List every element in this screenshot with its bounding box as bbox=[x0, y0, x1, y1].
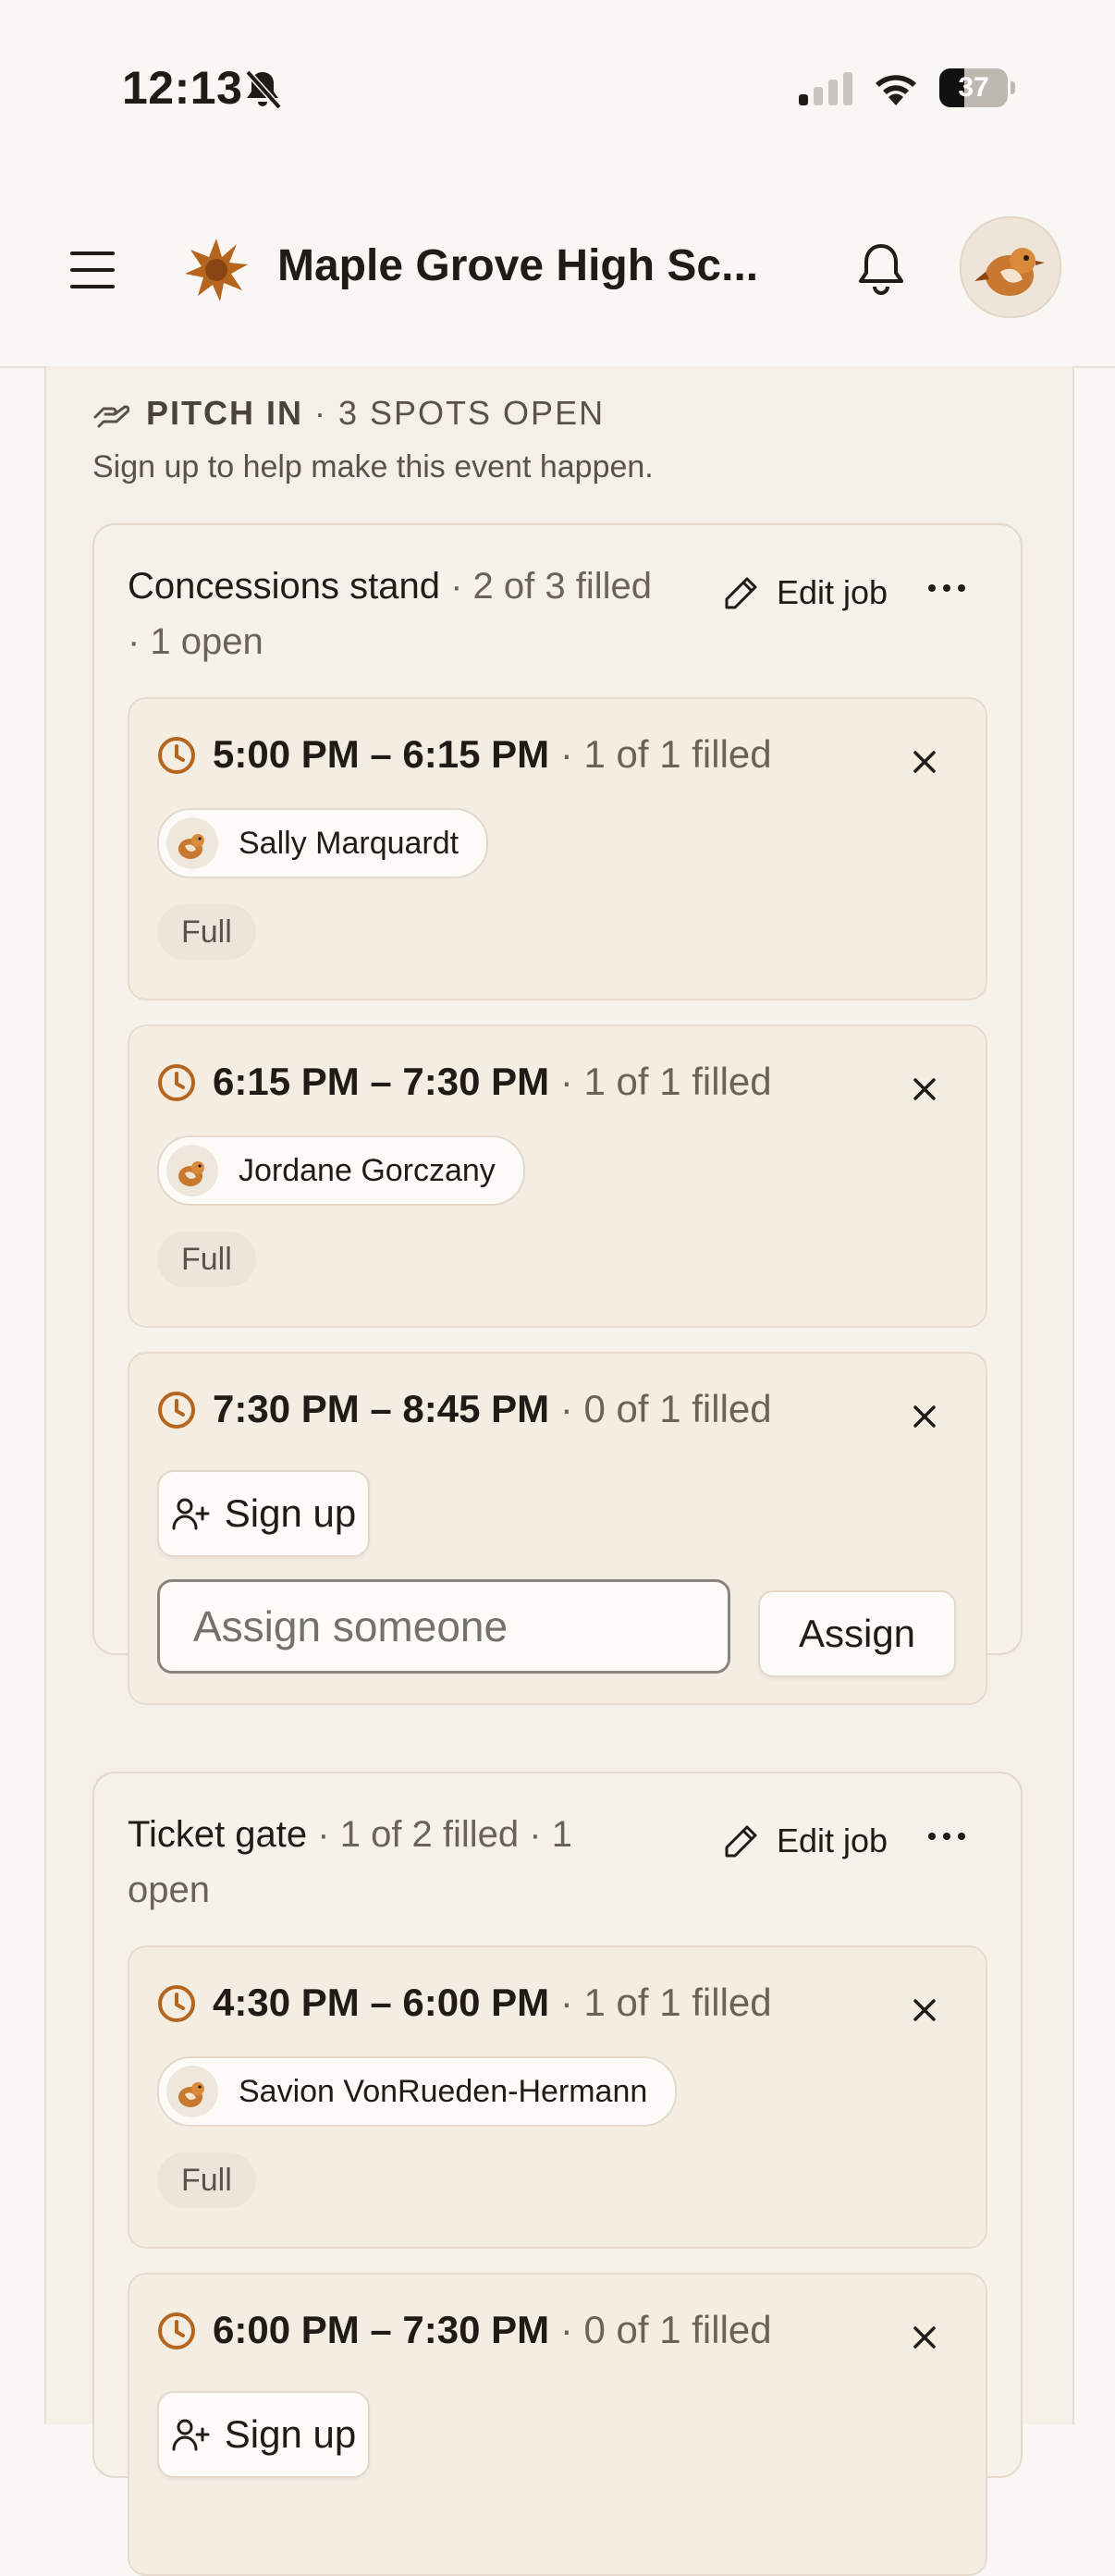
job-card: Ticket gate · 1 of 2 filled · 1 open Edi… bbox=[92, 1772, 1023, 2576]
edit-job-button[interactable]: Edit job bbox=[723, 1822, 888, 1860]
sign-up-label: Sign up bbox=[224, 2412, 357, 2456]
shift-header: 7:30 PM – 8:45 PM · 0 of 1 filled bbox=[213, 1381, 772, 1437]
remove-shift-icon[interactable] bbox=[912, 1076, 937, 1102]
more-options-icon[interactable] bbox=[926, 577, 967, 599]
battery-indicator: 37 bbox=[939, 68, 1015, 107]
volunteer-avatar bbox=[166, 817, 218, 869]
volunteer-chip[interactable]: Jordane Gorczany bbox=[157, 1135, 525, 1206]
job-title: Concessions stand · 2 of 3 filled · 1 op… bbox=[128, 558, 655, 669]
wifi-icon bbox=[876, 75, 916, 105]
clock-icon bbox=[158, 1392, 195, 1429]
clock-icon bbox=[158, 1064, 195, 1101]
status-time: 12:13 bbox=[122, 62, 243, 114]
shift-filled: · 0 of 1 filled bbox=[549, 1387, 772, 1430]
notifications-bell-icon[interactable] bbox=[854, 240, 908, 300]
pitch-in-section: PITCH IN · 3 SPOTS OPEN Sign up to help … bbox=[44, 366, 1074, 2576]
pitch-in-subtitle: Sign up to help make this event happen. bbox=[92, 449, 654, 485]
shift-filled: · 0 of 1 filled bbox=[549, 2308, 772, 2351]
volunteer-avatar bbox=[166, 1145, 218, 1196]
status-bar: 12:13 37 bbox=[0, 0, 1115, 185]
shift-header: 6:15 PM – 7:30 PM · 1 of 1 filled bbox=[213, 1054, 772, 1110]
helping-hand-icon bbox=[93, 405, 129, 428]
edit-job-button[interactable]: Edit job bbox=[723, 573, 888, 612]
job-name: Concessions stand bbox=[128, 566, 440, 607]
shift-filled: · 1 of 1 filled bbox=[549, 732, 772, 776]
job-name: Ticket gate bbox=[128, 1814, 308, 1855]
user-avatar[interactable] bbox=[960, 216, 1061, 318]
app-header: Maple Grove High Sc... bbox=[0, 185, 1115, 368]
shift-header: 6:00 PM – 7:30 PM · 0 of 1 filled bbox=[213, 2302, 772, 2358]
volunteer-chip[interactable]: Sally Marquardt bbox=[157, 808, 489, 878]
add-person-icon bbox=[172, 1498, 210, 1530]
spots-open: · 3 SPOTS OPEN bbox=[314, 394, 606, 432]
volunteer-chip[interactable]: Savion VonRueden-Hermann bbox=[157, 2056, 678, 2127]
remove-shift-icon[interactable] bbox=[912, 1404, 937, 1429]
full-badge: Full bbox=[157, 1232, 256, 1287]
volunteer-avatar bbox=[166, 2066, 218, 2117]
shift-card: 6:15 PM – 7:30 PM · 1 of 1 filled Jordan… bbox=[128, 1024, 987, 1328]
shift-filled: · 1 of 1 filled bbox=[549, 1060, 772, 1103]
shift-time: 4:30 PM – 6:00 PM bbox=[213, 1981, 550, 2024]
volunteer-name: Savion VonRueden-Hermann bbox=[239, 2073, 648, 2109]
shift-card: 7:30 PM – 8:45 PM · 0 of 1 filled Sign u… bbox=[128, 1352, 987, 1705]
clock-icon bbox=[158, 1985, 195, 2022]
volunteer-name: Jordane Gorczany bbox=[239, 1152, 496, 1188]
shift-card: 4:30 PM – 6:00 PM · 1 of 1 filled Savion… bbox=[128, 1945, 987, 2249]
clock-icon bbox=[158, 2312, 195, 2349]
assign-button[interactable]: Assign bbox=[758, 1590, 956, 1677]
job-card: Concessions stand · 2 of 3 filled · 1 op… bbox=[92, 523, 1023, 1705]
pitch-in-label: PITCH IN bbox=[146, 394, 304, 432]
sign-up-button[interactable]: Sign up bbox=[157, 1470, 370, 1557]
sign-up-label: Sign up bbox=[224, 1491, 357, 1535]
remove-shift-icon[interactable] bbox=[912, 1997, 937, 2023]
remove-shift-icon[interactable] bbox=[912, 2325, 937, 2350]
volunteer-name: Sally Marquardt bbox=[239, 825, 459, 861]
pencil-icon bbox=[725, 1825, 757, 1858]
remove-shift-icon[interactable] bbox=[912, 749, 937, 775]
job-title: Ticket gate · 1 of 2 filled · 1 open bbox=[128, 1807, 655, 1918]
full-badge: Full bbox=[157, 904, 256, 960]
shift-header: 4:30 PM – 6:00 PM · 1 of 1 filled bbox=[213, 1975, 772, 2030]
shift-time: 7:30 PM – 8:45 PM bbox=[213, 1387, 550, 1430]
shift-time: 6:15 PM – 7:30 PM bbox=[213, 1060, 550, 1103]
sign-up-button[interactable]: Sign up bbox=[157, 2391, 370, 2478]
shift-filled: · 1 of 1 filled bbox=[549, 1981, 772, 2024]
clock-icon bbox=[158, 737, 195, 774]
edit-job-label: Edit job bbox=[777, 573, 888, 611]
menu-icon[interactable] bbox=[70, 251, 115, 288]
cellular-signal-icon bbox=[799, 72, 852, 105]
more-options-icon[interactable] bbox=[926, 1825, 967, 1847]
shift-card: 6:00 PM – 7:30 PM · 0 of 1 filled Sign u… bbox=[128, 2273, 987, 2576]
shift-card: 5:00 PM – 6:15 PM · 1 of 1 filled Sally … bbox=[128, 697, 987, 1000]
shift-header: 5:00 PM – 6:15 PM · 1 of 1 filled bbox=[213, 727, 772, 782]
shift-time: 6:00 PM – 7:30 PM bbox=[213, 2308, 550, 2351]
assign-someone-input[interactable] bbox=[157, 1579, 730, 1674]
shift-time: 5:00 PM – 6:15 PM bbox=[213, 732, 550, 776]
edit-job-label: Edit job bbox=[777, 1822, 888, 1859]
add-person-icon bbox=[172, 2419, 210, 2451]
pitch-in-header: PITCH IN · 3 SPOTS OPEN bbox=[92, 394, 605, 433]
pencil-icon bbox=[725, 577, 757, 609]
silent-bell-icon bbox=[245, 69, 282, 110]
school-logo-icon bbox=[185, 239, 248, 301]
bird-avatar-icon bbox=[974, 248, 1045, 296]
full-badge: Full bbox=[157, 2153, 256, 2208]
organization-name[interactable]: Maple Grove High Sc... bbox=[277, 240, 758, 291]
